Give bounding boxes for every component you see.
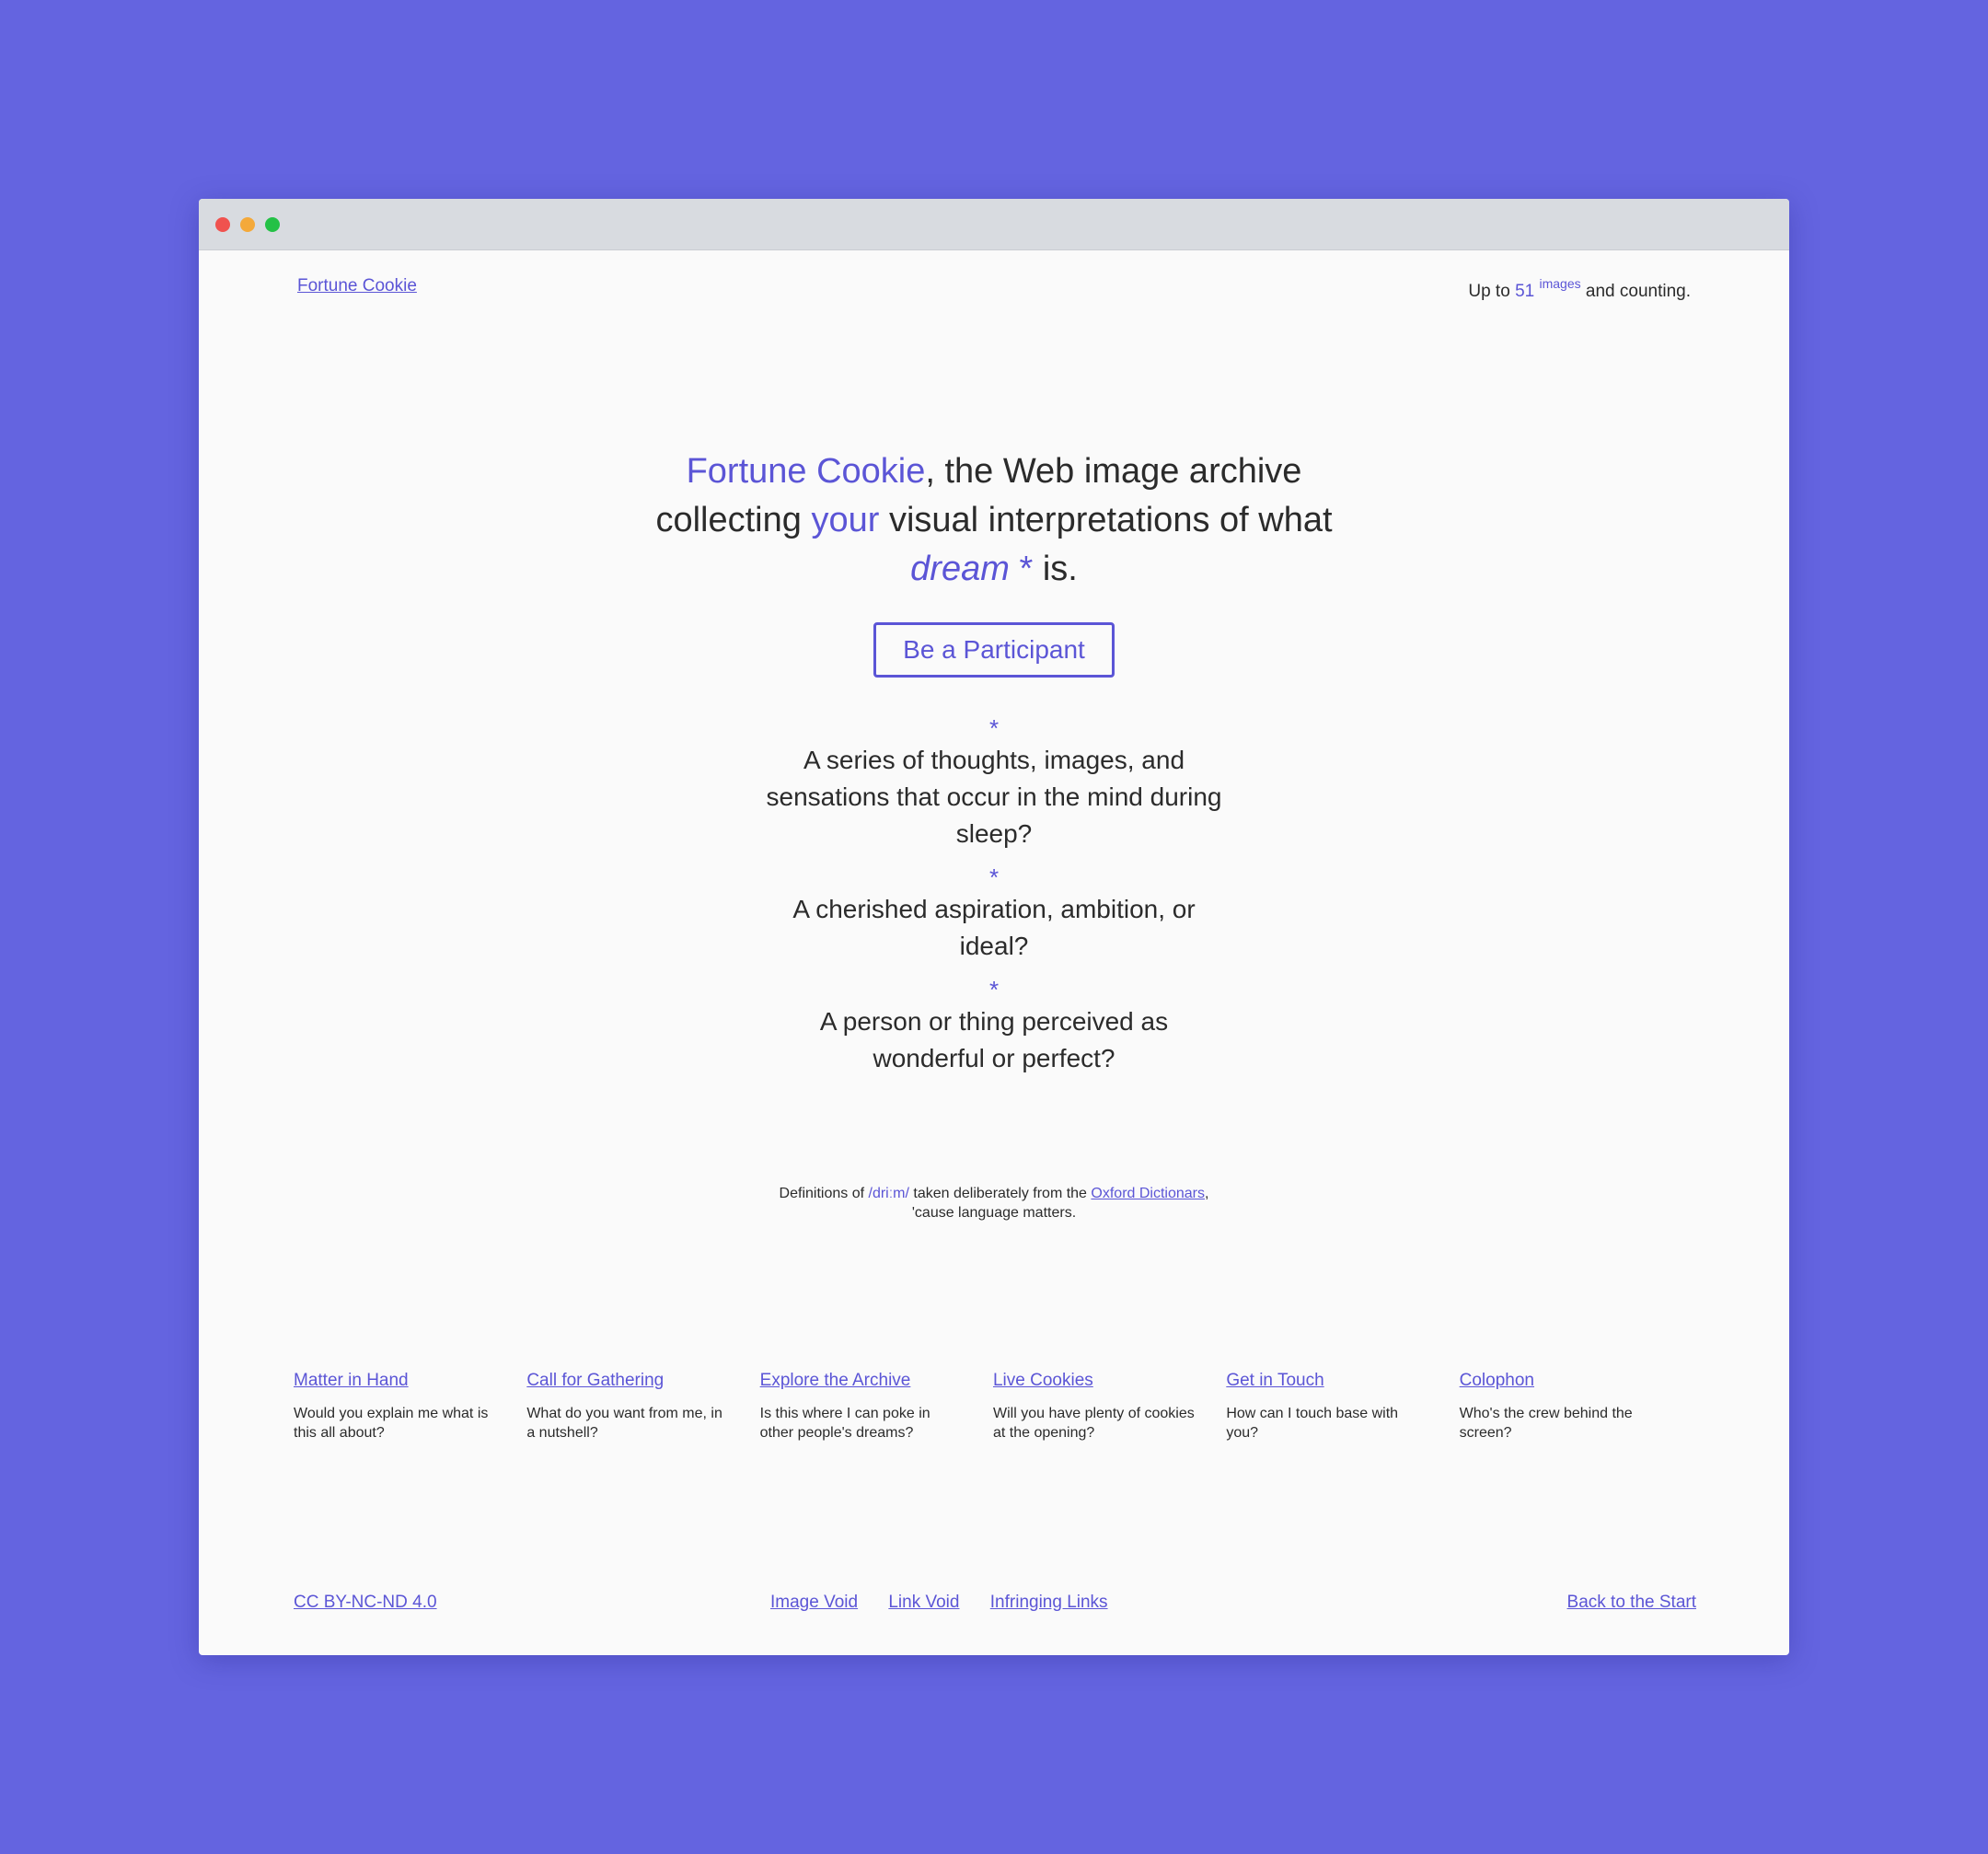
- definition-text: A cherished aspiration, ambition, or ide…: [792, 895, 1196, 960]
- image-void-link[interactable]: Image Void: [770, 1593, 858, 1612]
- section-link[interactable]: Call for Gathering: [526, 1370, 759, 1392]
- section-colophon: Colophon Who's the crew behind the scree…: [1460, 1370, 1693, 1443]
- note-comma: ,: [1205, 1186, 1209, 1201]
- definitions-list: * A series of thoughts, images, and sens…: [199, 714, 1789, 1077]
- oxford-dictionaries-link[interactable]: Oxford Dictionars: [1091, 1186, 1205, 1201]
- hero-statement: Fortune Cookie, the Web image archive co…: [199, 447, 1789, 594]
- note-prefix: Definitions of: [779, 1186, 865, 1201]
- counter-unit: images: [1539, 276, 1581, 291]
- counter-prefix: Up to: [1468, 282, 1510, 301]
- hero-line-2: collecting your visual interpretations o…: [199, 496, 1789, 545]
- footer-links: Image Void Link Void Infringing Links: [770, 1593, 1134, 1613]
- definition-star: *: [988, 976, 1000, 1003]
- definition-star: *: [988, 714, 1000, 742]
- definition-item: * A series of thoughts, images, and sens…: [199, 714, 1789, 852]
- hero-brand: Fortune Cookie: [686, 452, 926, 491]
- close-window-icon[interactable]: [215, 217, 230, 232]
- hero-line-3: dream * is.: [199, 545, 1789, 594]
- sections-nav: Matter in Hand Would you explain me what…: [294, 1370, 1693, 1443]
- page-footer: CC BY-NC-ND 4.0 Image Void Link Void Inf…: [294, 1593, 1696, 1616]
- section-link[interactable]: Get in Touch: [1226, 1370, 1459, 1392]
- section-link[interactable]: Explore the Archive: [760, 1370, 993, 1392]
- section-call-for-gathering: Call for Gathering What do you want from…: [526, 1370, 759, 1443]
- section-link[interactable]: Colophon: [1460, 1370, 1693, 1392]
- counter-suffix: and counting.: [1585, 282, 1691, 301]
- license-link[interactable]: CC BY-NC-ND 4.0: [294, 1593, 437, 1613]
- back-to-start-link[interactable]: Back to the Start: [1567, 1593, 1696, 1613]
- note-line-2: 'cause language matters.: [911, 1205, 1077, 1221]
- definitions-note: Definitions of /driːm/ taken deliberatel…: [199, 1184, 1789, 1222]
- minimize-window-icon[interactable]: [240, 217, 255, 232]
- hero-text-1: , the Web image archive: [925, 452, 1302, 491]
- note-middle: taken deliberately from the: [913, 1186, 1087, 1201]
- section-get-in-touch: Get in Touch How can I touch base with y…: [1226, 1370, 1459, 1443]
- link-void-link[interactable]: Link Void: [888, 1593, 959, 1612]
- hero-text-2: collecting: [655, 501, 802, 539]
- note-phonetic: /driːm/: [868, 1186, 909, 1201]
- section-link[interactable]: Matter in Hand: [294, 1370, 526, 1392]
- section-description: Who's the crew behind the screen?: [1459, 1406, 1633, 1441]
- hero-star: *: [1019, 550, 1034, 588]
- section-description: Would you explain me what is this all ab…: [294, 1406, 489, 1441]
- section-description: Will you have plenty of cookies at the o…: [992, 1406, 1195, 1441]
- definition-item: * A person or thing perceived as wonderf…: [199, 976, 1789, 1077]
- section-live-cookies: Live Cookies Will you have plenty of coo…: [993, 1370, 1226, 1443]
- hero-text-3: visual interpretations of what: [888, 501, 1333, 539]
- hero-line-1: Fortune Cookie, the Web image archive: [199, 447, 1789, 496]
- infringing-links-link[interactable]: Infringing Links: [990, 1593, 1108, 1612]
- definition-star: *: [988, 863, 1000, 891]
- hero-dream: dream: [910, 550, 1010, 588]
- section-matter-in-hand: Matter in Hand Would you explain me what…: [294, 1370, 526, 1443]
- section-description: How can I touch base with you?: [1226, 1406, 1399, 1441]
- section-link[interactable]: Live Cookies: [993, 1370, 1226, 1392]
- maximize-window-icon[interactable]: [265, 217, 280, 232]
- definition-text: A series of thoughts, images, and sensat…: [766, 746, 1222, 848]
- brand-link[interactable]: Fortune Cookie: [297, 276, 417, 296]
- image-counter: Up to 51 images and counting.: [1468, 276, 1691, 302]
- be-a-participant-button[interactable]: Be a Participant: [873, 622, 1115, 678]
- counter-value: 51: [1515, 282, 1535, 301]
- hero-text-4: is.: [1042, 550, 1078, 588]
- section-description: What do you want from me, in a nutshell?: [526, 1406, 722, 1441]
- hero-your: your: [811, 501, 880, 539]
- window-titlebar: [199, 199, 1789, 250]
- definition-item: * A cherished aspiration, ambition, or i…: [199, 863, 1789, 965]
- definition-text: A person or thing perceived as wonderful…: [819, 1007, 1169, 1072]
- section-explore-the-archive: Explore the Archive Is this where I can …: [760, 1370, 993, 1443]
- browser-window: Fortune Cookie Up to 51 images and count…: [199, 199, 1789, 1655]
- section-description: Is this where I can poke in other people…: [759, 1406, 930, 1441]
